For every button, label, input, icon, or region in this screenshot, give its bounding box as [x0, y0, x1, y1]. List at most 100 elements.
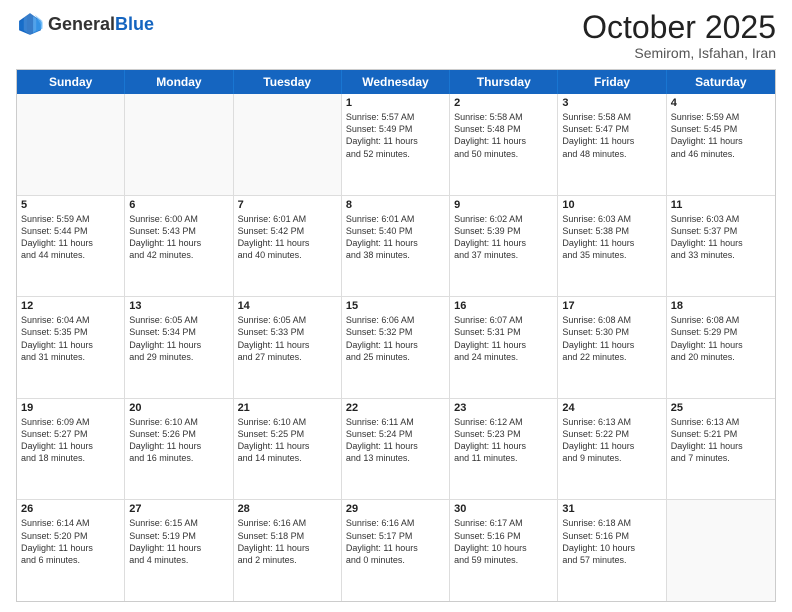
calendar-cell: 26Sunrise: 6:14 AMSunset: 5:20 PMDayligh… — [17, 500, 125, 601]
calendar-cell: 13Sunrise: 6:05 AMSunset: 5:34 PMDayligh… — [125, 297, 233, 398]
day-number: 22 — [346, 402, 445, 414]
cell-info-line: Sunrise: 6:08 AM — [562, 314, 661, 326]
day-number: 5 — [21, 199, 120, 211]
cell-info-line: Daylight: 11 hours — [21, 542, 120, 554]
cell-info-line: and 7 minutes. — [671, 452, 771, 464]
cell-info-line: Daylight: 11 hours — [21, 440, 120, 452]
cell-info-line: and 52 minutes. — [346, 148, 445, 160]
calendar-cell: 4Sunrise: 5:59 AMSunset: 5:45 PMDaylight… — [667, 94, 775, 195]
cell-info-line: and 27 minutes. — [238, 351, 337, 363]
calendar-cell: 29Sunrise: 6:16 AMSunset: 5:17 PMDayligh… — [342, 500, 450, 601]
cell-info-line: and 11 minutes. — [454, 452, 553, 464]
weekday-header: Thursday — [450, 70, 558, 94]
calendar-cell: 20Sunrise: 6:10 AMSunset: 5:26 PMDayligh… — [125, 399, 233, 500]
cell-info-line: Sunrise: 6:12 AM — [454, 416, 553, 428]
cell-info-line: Sunrise: 6:03 AM — [671, 213, 771, 225]
calendar-cell: 21Sunrise: 6:10 AMSunset: 5:25 PMDayligh… — [234, 399, 342, 500]
cell-info-line: Sunrise: 5:58 AM — [562, 111, 661, 123]
cell-info-line: Daylight: 10 hours — [454, 542, 553, 554]
cell-info-line: Sunset: 5:16 PM — [454, 530, 553, 542]
cell-info-line: Sunrise: 6:13 AM — [671, 416, 771, 428]
cell-info-line: Daylight: 11 hours — [129, 542, 228, 554]
cell-info-line: Sunset: 5:32 PM — [346, 326, 445, 338]
calendar-cell: 27Sunrise: 6:15 AMSunset: 5:19 PMDayligh… — [125, 500, 233, 601]
day-number: 11 — [671, 199, 771, 211]
calendar-cell: 22Sunrise: 6:11 AMSunset: 5:24 PMDayligh… — [342, 399, 450, 500]
day-number: 29 — [346, 503, 445, 515]
calendar-cell: 12Sunrise: 6:04 AMSunset: 5:35 PMDayligh… — [17, 297, 125, 398]
cell-info-line: Sunset: 5:44 PM — [21, 225, 120, 237]
cell-info-line: Daylight: 11 hours — [346, 339, 445, 351]
day-number: 19 — [21, 402, 120, 414]
day-number: 27 — [129, 503, 228, 515]
cell-info-line: Daylight: 11 hours — [671, 135, 771, 147]
cell-info-line: Sunrise: 6:02 AM — [454, 213, 553, 225]
cell-info-line: Sunset: 5:29 PM — [671, 326, 771, 338]
calendar-cell: 11Sunrise: 6:03 AMSunset: 5:37 PMDayligh… — [667, 196, 775, 297]
calendar-cell: 19Sunrise: 6:09 AMSunset: 5:27 PMDayligh… — [17, 399, 125, 500]
calendar-row: 26Sunrise: 6:14 AMSunset: 5:20 PMDayligh… — [17, 500, 775, 601]
cell-info-line: and 4 minutes. — [129, 554, 228, 566]
calendar-cell: 17Sunrise: 6:08 AMSunset: 5:30 PMDayligh… — [558, 297, 666, 398]
logo: GeneralBlue — [16, 10, 154, 38]
cell-info-line: Sunset: 5:19 PM — [129, 530, 228, 542]
cell-info-line: and 9 minutes. — [562, 452, 661, 464]
cell-info-line: and 48 minutes. — [562, 148, 661, 160]
cell-info-line: Sunset: 5:43 PM — [129, 225, 228, 237]
cell-info-line: Daylight: 11 hours — [346, 542, 445, 554]
day-number: 13 — [129, 300, 228, 312]
cell-info-line: Sunset: 5:16 PM — [562, 530, 661, 542]
calendar-row: 19Sunrise: 6:09 AMSunset: 5:27 PMDayligh… — [17, 399, 775, 501]
cell-info-line: and 31 minutes. — [21, 351, 120, 363]
cell-info-line: Daylight: 11 hours — [238, 542, 337, 554]
logo-icon — [16, 10, 44, 38]
cell-info-line: Sunrise: 6:04 AM — [21, 314, 120, 326]
day-number: 24 — [562, 402, 661, 414]
cell-info-line: Daylight: 11 hours — [346, 135, 445, 147]
cell-info-line: Sunset: 5:18 PM — [238, 530, 337, 542]
day-number: 15 — [346, 300, 445, 312]
cell-info-line: Sunset: 5:38 PM — [562, 225, 661, 237]
cell-info-line: Sunrise: 6:01 AM — [346, 213, 445, 225]
calendar-cell: 16Sunrise: 6:07 AMSunset: 5:31 PMDayligh… — [450, 297, 558, 398]
cell-info-line: Daylight: 11 hours — [238, 440, 337, 452]
cell-info-line: and 42 minutes. — [129, 249, 228, 261]
calendar-cell: 31Sunrise: 6:18 AMSunset: 5:16 PMDayligh… — [558, 500, 666, 601]
calendar-cell: 25Sunrise: 6:13 AMSunset: 5:21 PMDayligh… — [667, 399, 775, 500]
cell-info-line: Daylight: 11 hours — [562, 339, 661, 351]
cell-info-line: Sunrise: 6:14 AM — [21, 517, 120, 529]
cell-info-line: Sunset: 5:30 PM — [562, 326, 661, 338]
cell-info-line: Daylight: 11 hours — [129, 237, 228, 249]
cell-info-line: Sunrise: 6:00 AM — [129, 213, 228, 225]
cell-info-line: Sunset: 5:24 PM — [346, 428, 445, 440]
cell-info-line: and 37 minutes. — [454, 249, 553, 261]
cell-info-line: Sunset: 5:48 PM — [454, 123, 553, 135]
calendar-body: 1Sunrise: 5:57 AMSunset: 5:49 PMDaylight… — [17, 94, 775, 601]
logo-blue: Blue — [115, 14, 154, 35]
cell-info-line: and 35 minutes. — [562, 249, 661, 261]
cell-info-line: Sunset: 5:35 PM — [21, 326, 120, 338]
day-number: 20 — [129, 402, 228, 414]
cell-info-line: and 25 minutes. — [346, 351, 445, 363]
cell-info-line: Daylight: 11 hours — [454, 237, 553, 249]
subtitle: Semirom, Isfahan, Iran — [582, 45, 776, 61]
day-number: 21 — [238, 402, 337, 414]
day-number: 16 — [454, 300, 553, 312]
cell-info-line: Sunrise: 6:11 AM — [346, 416, 445, 428]
day-number: 25 — [671, 402, 771, 414]
cell-info-line: and 2 minutes. — [238, 554, 337, 566]
calendar-cell: 8Sunrise: 6:01 AMSunset: 5:40 PMDaylight… — [342, 196, 450, 297]
cell-info-line: Daylight: 11 hours — [562, 135, 661, 147]
cell-info-line: Daylight: 11 hours — [454, 339, 553, 351]
weekday-header: Sunday — [17, 70, 125, 94]
cell-info-line: and 24 minutes. — [454, 351, 553, 363]
cell-info-line: and 46 minutes. — [671, 148, 771, 160]
cell-info-line: Sunset: 5:42 PM — [238, 225, 337, 237]
cell-info-line: Sunset: 5:34 PM — [129, 326, 228, 338]
day-number: 14 — [238, 300, 337, 312]
cell-info-line: Sunset: 5:33 PM — [238, 326, 337, 338]
weekday-header: Friday — [558, 70, 666, 94]
weekday-header: Monday — [125, 70, 233, 94]
calendar-cell — [234, 94, 342, 195]
cell-info-line: Sunset: 5:26 PM — [129, 428, 228, 440]
